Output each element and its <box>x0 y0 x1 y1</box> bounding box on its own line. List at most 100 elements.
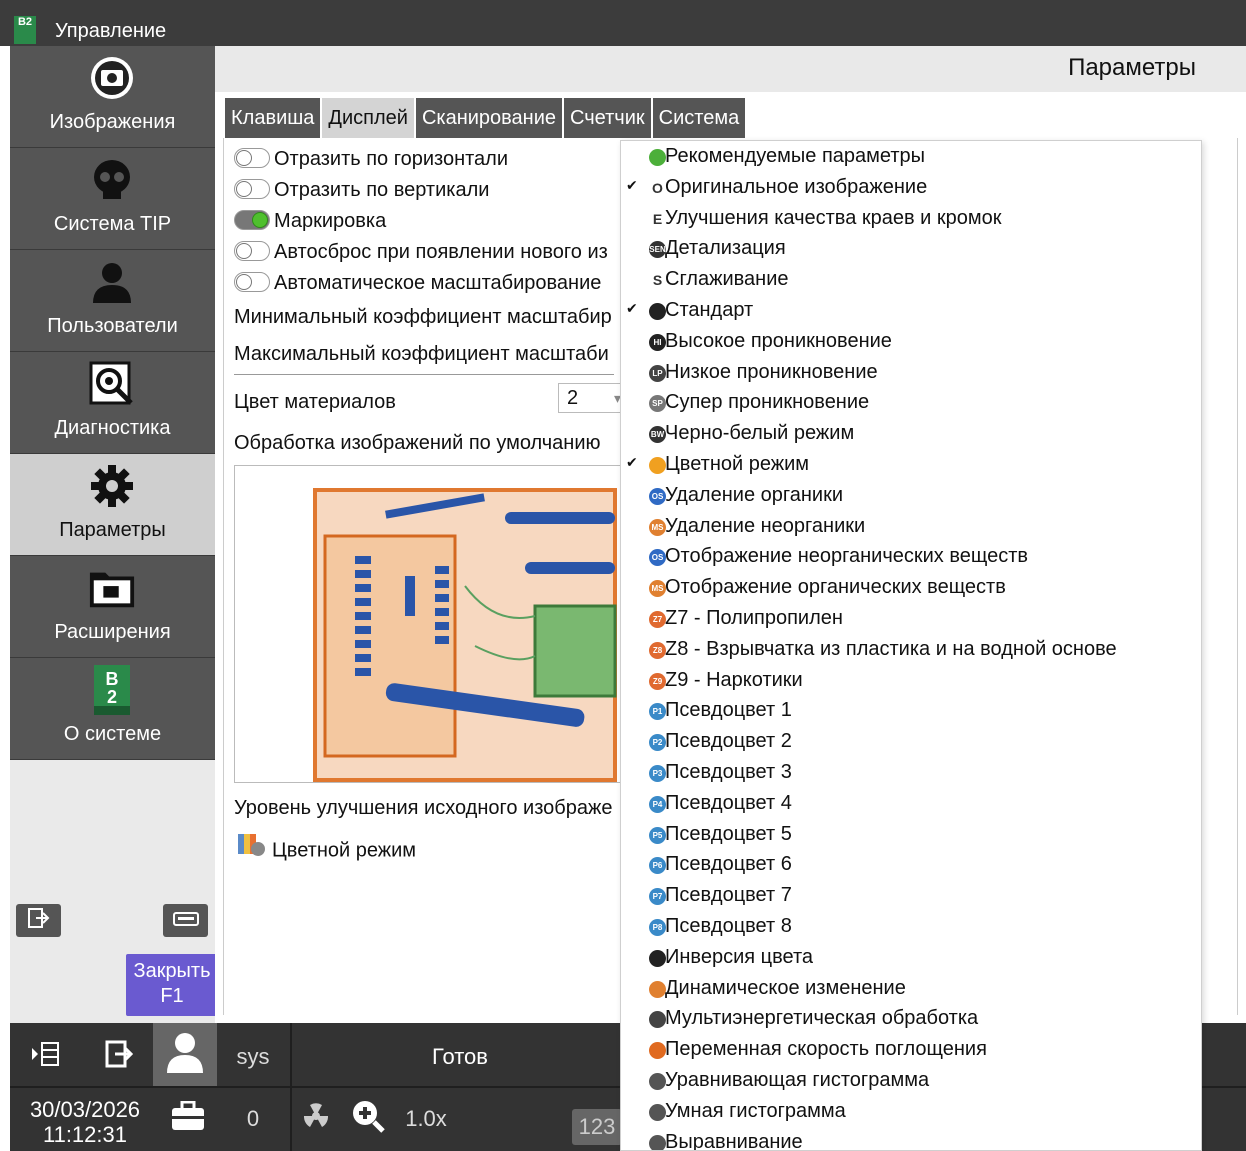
menu-item[interactable]: HI Высокое проникновение <box>621 328 1201 359</box>
sidebar-item-tip[interactable]: Система TIP <box>10 148 215 250</box>
menu-item[interactable]: Инверсия цвета <box>621 944 1201 975</box>
close-button[interactable]: Закрыть F1 <box>126 954 218 1016</box>
menu-item-label: Z9 - Наркотики <box>665 668 803 691</box>
menu-item[interactable]: P8 Псевдоцвет 8 <box>621 913 1201 944</box>
menu-item-icon: P8 <box>649 919 666 936</box>
menu-item-label: Z7 - Полипропилен <box>665 607 843 629</box>
main-header: Параметры <box>215 46 1246 92</box>
checkmark-icon: ✔ <box>626 176 638 193</box>
status-text: Готов <box>432 1044 488 1069</box>
menu-item[interactable]: Z9 Z9 - Наркотики <box>621 667 1201 698</box>
menu-item[interactable]: Умная гистограмма <box>621 1098 1201 1129</box>
menu-item-icon: P5 <box>649 826 666 844</box>
menu-item[interactable]: MS Удаление неорганики <box>621 513 1201 544</box>
numeric-keypad-button[interactable]: 123 <box>572 1109 622 1145</box>
menu-item-label: Псевдоцвет 4 <box>665 791 792 814</box>
menu-item-icon: P4 <box>649 795 666 813</box>
expand-panel-button[interactable] <box>20 1033 70 1081</box>
current-user: sys <box>236 1044 270 1069</box>
menu-item[interactable]: ✔ O Оригинальное изображение <box>621 174 1201 205</box>
sidebar-item-users[interactable]: Пользователи <box>10 250 215 352</box>
menu-item-label: Цветной режим <box>665 453 810 475</box>
flip-vertical-toggle[interactable] <box>234 178 270 199</box>
logout-button[interactable] <box>16 904 61 937</box>
menu-item[interactable]: Z7 Z7 - Полипропилен <box>621 605 1201 636</box>
menu-item[interactable]: OS Удаление органики <box>621 482 1201 513</box>
folder-plugin-icon <box>88 564 136 612</box>
user-avatar[interactable] <box>153 1023 217 1086</box>
sidebar-item-diagnostics[interactable]: Диагностика <box>10 352 215 454</box>
menu-item[interactable]: OS Отображение неорганических веществ <box>621 543 1201 574</box>
tab-bar: Клавиша Дисплей Сканирование Счетчик Сис… <box>225 98 747 138</box>
menu-item-icon: P1 <box>649 703 666 721</box>
sidebar-item-about[interactable]: B2 О системе <box>10 658 215 760</box>
menu-item-label: Супер проникновение <box>665 391 870 414</box>
menu-item[interactable]: Уравнивающая гистограмма <box>621 1067 1201 1098</box>
flip-horizontal-toggle[interactable] <box>234 147 270 168</box>
marking-toggle[interactable] <box>234 209 270 230</box>
menu-item-icon <box>649 457 666 474</box>
current-mode-label: Цветной режим <box>272 839 417 862</box>
menu-item[interactable]: LP Низкое проникновение <box>621 359 1201 390</box>
menu-item-icon: SP <box>649 395 666 413</box>
material-color-value: 2 <box>567 387 579 409</box>
tab-scanning[interactable]: Сканирование <box>415 98 563 138</box>
tab-key[interactable]: Клавиша <box>225 98 321 138</box>
menu-item[interactable]: Z8 Z8 - Взрывчатка из пластика и на водно… <box>621 636 1201 667</box>
menu-item-icon: HI <box>649 333 666 351</box>
menu-item[interactable]: P7 Псевдоцвет 7 <box>621 882 1201 913</box>
window-title: Управление <box>55 20 167 42</box>
menu-item[interactable]: BW Черно-белый режим <box>621 420 1201 451</box>
sidebar-item-images[interactable]: Изображения <box>10 46 215 148</box>
exit-button[interactable] <box>94 1033 144 1081</box>
tab-display[interactable]: Дисплей <box>322 98 414 138</box>
briefcase-button[interactable] <box>158 1095 218 1143</box>
material-color-label: Цвет материалов <box>234 391 396 413</box>
tab-system[interactable]: Система <box>652 98 746 138</box>
menu-item[interactable]: Выравнивание <box>621 1129 1201 1150</box>
sidebar-item-settings[interactable]: Параметры <box>10 454 215 556</box>
menu-item-icon: BW <box>649 426 666 444</box>
menu-item[interactable]: P6 Псевдоцвет 6 <box>621 851 1201 882</box>
menu-item-label: Псевдоцвет 8 <box>665 915 792 937</box>
menu-item[interactable]: Рекомендуемые параметры <box>621 143 1201 174</box>
menu-item[interactable]: SP Супер проникновение <box>621 389 1201 420</box>
current-mode-row[interactable]: Цветной режим <box>236 834 417 867</box>
menu-item[interactable]: P5 Псевдоцвет 5 <box>621 821 1201 852</box>
menu-item[interactable]: P3 Псевдоцвет 3 <box>621 759 1201 790</box>
menu-item[interactable]: Переменная скорость поглощения <box>621 1036 1201 1067</box>
menu-item-label: Псевдоцвет 5 <box>665 822 792 845</box>
menu-item[interactable]: ✔ Цветной режим <box>621 451 1201 482</box>
option-label: Отразить по горизонтали <box>274 148 509 170</box>
keyboard-button[interactable] <box>163 904 208 937</box>
auto-reset-toggle[interactable] <box>234 240 270 261</box>
tab-counter[interactable]: Счетчик <box>564 98 651 138</box>
menu-item[interactable]: SEN Детализация <box>621 235 1201 266</box>
menu-item[interactable]: Динамическое изменение <box>621 975 1201 1006</box>
material-color-select[interactable]: 2 ▾ <box>558 383 628 413</box>
menu-item[interactable]: ✔ Стандарт <box>621 297 1201 328</box>
option-label: Автоматическое масштабирование <box>274 272 602 294</box>
menu-item[interactable]: P4 Псевдоцвет 4 <box>621 790 1201 821</box>
menu-item[interactable]: S Сглаживание <box>621 266 1201 297</box>
exit-icon <box>105 1040 134 1074</box>
menu-item-icon: P3 <box>649 765 666 782</box>
menu-item-icon: OS <box>649 549 666 567</box>
zoom-in-button[interactable] <box>346 1095 390 1143</box>
sidebar-item-label: Пользователи <box>47 315 178 337</box>
menu-item-label: Черно-белый режим <box>665 422 855 445</box>
menu-item-label: Псевдоцвет 7 <box>665 884 792 907</box>
radiation-indicator <box>294 1095 338 1143</box>
menu-item[interactable]: P2 Псевдоцвет 2 <box>621 728 1201 759</box>
auto-scale-toggle[interactable] <box>234 271 270 292</box>
menu-item[interactable]: Мультиэнергетическая обработка <box>621 1005 1201 1036</box>
menu-item[interactable]: P1 Псевдоцвет 1 <box>621 697 1201 728</box>
user-icon <box>88 258 136 306</box>
menu-item-icon <box>649 1134 666 1150</box>
sidebar-item-label: Параметры <box>59 519 166 541</box>
menu-item[interactable]: E Улучшения качества краев и кромок <box>621 205 1201 236</box>
menu-item-label: Удаление органики <box>665 483 843 506</box>
menu-item-icon <box>649 1042 666 1060</box>
menu-item[interactable]: MS Отображение органических веществ <box>621 574 1201 605</box>
sidebar-item-extensions[interactable]: Расширения <box>10 556 215 658</box>
